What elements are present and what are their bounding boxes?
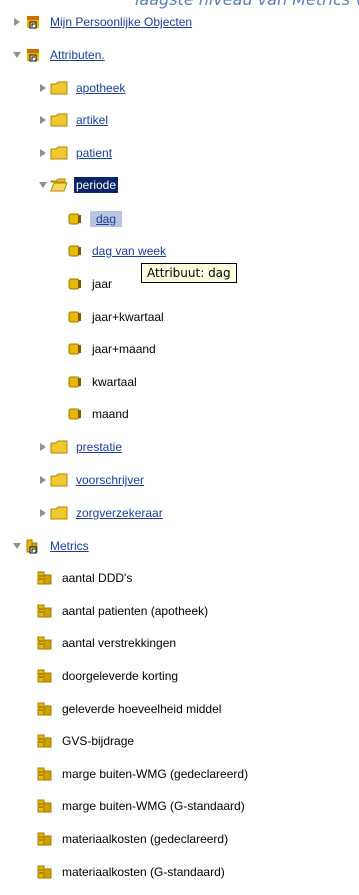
zorgverzekeraar-label[interactable]: zorgverzekeraar <box>74 505 165 521</box>
apotheek-label[interactable]: apotheek <box>74 80 127 96</box>
tree-item-metric[interactable]: GVS-bijdrage <box>36 731 136 751</box>
tree-item-personal-objects[interactable]: Mijn Persoonlijke Objecten <box>10 12 194 32</box>
expand-arrow-icon[interactable] <box>36 470 50 490</box>
open-folder-icon <box>50 177 68 193</box>
metric-icon <box>36 570 54 586</box>
maand-label[interactable]: maand <box>90 406 131 422</box>
tree-item-prestatie[interactable]: prestatie <box>36 437 124 457</box>
personal-objects-icon <box>24 14 42 30</box>
tree-item-metrics[interactable]: Metrics <box>10 536 91 556</box>
metric-label[interactable]: doorgeleverde korting <box>60 668 180 684</box>
attribute-icon <box>66 211 84 227</box>
attribute-icon <box>66 276 84 292</box>
metric-icon <box>36 798 54 814</box>
metric-label[interactable]: aantal DDD's <box>60 570 134 586</box>
tree-item-artikel[interactable]: artikel <box>36 110 110 130</box>
collapse-arrow-icon[interactable] <box>10 45 24 65</box>
metric-icon <box>36 668 54 684</box>
tree-item-jaar-maand[interactable]: jaar+maand <box>66 339 158 359</box>
attribute-icon <box>66 243 84 259</box>
metric-label[interactable]: aantal verstrekkingen <box>60 635 178 651</box>
metric-icon <box>36 603 54 619</box>
attributes-label[interactable]: Attributen. <box>48 47 107 63</box>
folder-icon <box>50 439 68 455</box>
prestatie-label[interactable]: prestatie <box>74 439 124 455</box>
jaar-maand-label[interactable]: jaar+maand <box>90 341 158 357</box>
collapse-arrow-icon[interactable] <box>10 536 24 556</box>
metric-icon <box>36 733 54 749</box>
tree-item-metric[interactable]: materiaalkosten (gedeclareerd) <box>36 829 230 849</box>
metric-label[interactable]: marge buiten-WMG (G-standaard) <box>60 798 247 814</box>
tree-item-metric[interactable]: marge buiten-WMG (G-standaard) <box>36 796 247 816</box>
attribute-tooltip: Attribuut: dag <box>141 263 237 283</box>
tree-item-jaar-kwartaal[interactable]: jaar+kwartaal <box>66 307 166 327</box>
metric-icon <box>36 864 54 880</box>
expand-arrow-icon[interactable] <box>10 12 24 32</box>
metric-icon <box>36 766 54 782</box>
attribute-icon <box>66 309 84 325</box>
attribute-icon <box>66 406 84 422</box>
tree-item-attributes[interactable]: Attributen. <box>10 45 107 65</box>
tree-item-metric[interactable]: marge buiten-WMG (gedeclareerd) <box>36 764 250 784</box>
dag-label[interactable]: dag <box>90 211 123 227</box>
tree-item-metric[interactable]: aantal verstrekkingen <box>36 633 178 653</box>
tree-item-metric[interactable]: aantal DDD's <box>36 568 134 588</box>
expand-arrow-icon[interactable] <box>36 437 50 457</box>
metrics-label[interactable]: Metrics <box>48 538 91 554</box>
attribute-icon <box>66 341 84 357</box>
tree-item-metric[interactable]: geleverde hoeveelheid middel <box>36 699 223 719</box>
metric-label[interactable]: marge buiten-WMG (gedeclareerd) <box>60 766 250 782</box>
artikel-label[interactable]: artikel <box>74 112 110 128</box>
expand-arrow-icon[interactable] <box>36 110 50 130</box>
metric-label[interactable]: aantal patienten (apotheek) <box>60 603 210 619</box>
metric-label[interactable]: GVS-bijdrage <box>60 733 136 749</box>
metrics-root-icon <box>24 538 42 554</box>
tree-item-kwartaal[interactable]: kwartaal <box>66 372 139 392</box>
tree-item-maand[interactable]: maand <box>66 404 131 424</box>
tree-item-dag-van-week[interactable]: dag van week <box>66 241 168 261</box>
folder-icon <box>50 472 68 488</box>
tree-item-zorgverzekeraar[interactable]: zorgverzekeraar <box>36 503 165 523</box>
tree-item-jaar[interactable]: jaar <box>66 274 114 294</box>
jaar-label[interactable]: jaar <box>90 276 114 292</box>
tree-item-dag[interactable]: dag <box>66 209 123 229</box>
tree-item-metric[interactable]: aantal patienten (apotheek) <box>36 601 210 621</box>
folder-icon <box>50 145 68 161</box>
metric-icon <box>36 831 54 847</box>
metric-icon <box>36 701 54 717</box>
expand-arrow-icon[interactable] <box>36 503 50 523</box>
collapse-arrow-icon[interactable] <box>36 175 50 195</box>
tree-item-metric[interactable]: materiaalkosten (G-standaard) <box>36 862 227 882</box>
metric-icon <box>36 635 54 651</box>
tree-item-metric[interactable]: doorgeleverde korting <box>36 666 180 686</box>
tree-item-periode[interactable]: periode <box>36 175 119 195</box>
page-caption: laagste niveau van Metrics vo <box>135 0 359 9</box>
dag-van-week-label[interactable]: dag van week <box>90 243 168 259</box>
expand-arrow-icon[interactable] <box>36 78 50 98</box>
tree-item-voorschrijver[interactable]: voorschrijver <box>36 470 146 490</box>
periode-label[interactable]: periode <box>74 177 119 193</box>
folder-icon <box>50 80 68 96</box>
kwartaal-label[interactable]: kwartaal <box>90 374 139 390</box>
folder-icon <box>50 505 68 521</box>
tree-item-apotheek[interactable]: apotheek <box>36 78 127 98</box>
metric-label[interactable]: materiaalkosten (G-standaard) <box>60 864 227 880</box>
attributes-root-icon <box>24 47 42 63</box>
personal-objects-label[interactable]: Mijn Persoonlijke Objecten <box>48 14 194 30</box>
folder-icon <box>50 112 68 128</box>
patient-label[interactable]: patient <box>74 145 114 161</box>
attribute-icon <box>66 374 84 390</box>
voorschrijver-label[interactable]: voorschrijver <box>74 472 146 488</box>
metric-label[interactable]: geleverde hoeveelheid middel <box>60 701 223 717</box>
jaar-kwartaal-label[interactable]: jaar+kwartaal <box>90 309 166 325</box>
expand-arrow-icon[interactable] <box>36 143 50 163</box>
tree-item-patient[interactable]: patient <box>36 143 114 163</box>
metric-label[interactable]: materiaalkosten (gedeclareerd) <box>60 831 230 847</box>
